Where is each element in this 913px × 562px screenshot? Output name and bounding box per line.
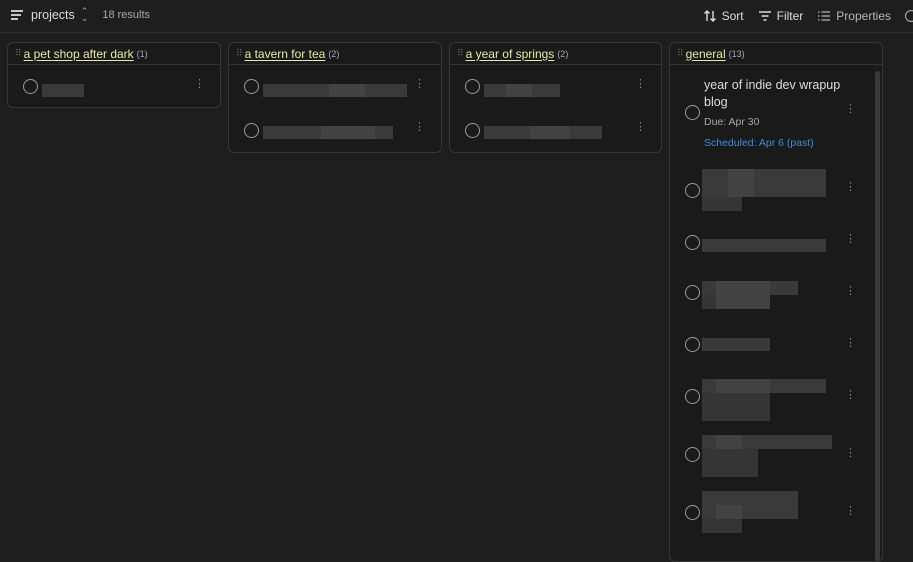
view-name[interactable]: projects <box>31 8 75 22</box>
results-count: 18 results <box>102 9 151 21</box>
properties-label: Properties <box>836 9 891 23</box>
task-due-date: Due: Apr 30 <box>704 116 760 128</box>
column-count: (2) <box>328 48 340 59</box>
column-count: (13) <box>728 48 745 59</box>
task-card[interactable]: ⋮ <box>670 375 882 427</box>
circle-checkbox-icon[interactable] <box>244 123 259 138</box>
chevron-updown-icon[interactable]: ⌃ ⌄ <box>81 7 89 23</box>
task-card[interactable]: ⋮ <box>670 491 882 543</box>
more-vertical-icon[interactable]: ⋮ <box>845 390 856 401</box>
column-count: (2) <box>557 48 569 59</box>
properties-icon <box>818 11 831 21</box>
more-vertical-icon[interactable]: ⋮ <box>635 79 646 90</box>
column-header: ⠿ a pet shop after dark (1) <box>8 43 220 65</box>
column-title[interactable]: a pet shop after dark <box>24 47 134 61</box>
task-card[interactable]: ⋮ <box>670 219 882 267</box>
more-vertical-icon[interactable]: ⋮ <box>414 79 425 90</box>
column-a-year-of-springs: ⠿ a year of springs (2) ⋮ ⋮ <box>449 42 662 153</box>
task-card[interactable]: ⋮ <box>450 109 661 153</box>
task-card[interactable]: ⋮ <box>450 65 661 109</box>
more-vertical-icon[interactable]: ⋮ <box>845 448 856 459</box>
column-count: (1) <box>136 48 148 59</box>
task-card[interactable]: ⋮ <box>229 65 441 109</box>
drag-handle-icon[interactable]: ⠿ <box>457 48 463 59</box>
more-vertical-icon[interactable]: ⋮ <box>845 286 856 297</box>
more-vertical-icon[interactable]: ⋮ <box>845 234 856 245</box>
search-icon[interactable] <box>905 10 913 22</box>
column-a-tavern-for-tea: ⠿ a tavern for tea (2) ⋮ ⋮ <box>228 42 442 153</box>
column-header: ⠿ a year of springs (2) <box>450 43 661 65</box>
drag-handle-icon[interactable]: ⠿ <box>677 48 683 59</box>
circle-checkbox-icon[interactable] <box>685 235 700 250</box>
circle-checkbox-icon[interactable] <box>685 505 700 520</box>
column-title[interactable]: general <box>686 47 726 61</box>
circle-checkbox-icon[interactable] <box>685 337 700 352</box>
more-vertical-icon[interactable]: ⋮ <box>635 122 646 133</box>
task-card[interactable]: ⋮ <box>670 433 882 485</box>
circle-checkbox-icon[interactable] <box>685 183 700 198</box>
sort-label: Sort <box>721 9 744 23</box>
circle-checkbox-icon[interactable] <box>465 79 480 94</box>
scrollbar[interactable] <box>875 71 880 561</box>
filter-icon <box>758 11 771 21</box>
circle-checkbox-icon[interactable] <box>685 389 700 404</box>
column-title[interactable]: a tavern for tea <box>245 47 326 61</box>
more-vertical-icon[interactable]: ⋮ <box>194 79 205 90</box>
column-a-pet-shop-after-dark: ⠿ a pet shop after dark (1) ⋮ <box>7 42 221 108</box>
task-card[interactable]: year of indie dev wrapup blog Due: Apr 3… <box>670 65 882 173</box>
task-card[interactable]: ⋮ <box>229 109 441 153</box>
task-scheduled-date: Scheduled: Apr 6 (past) <box>704 137 814 149</box>
properties-button[interactable]: Properties <box>817 9 891 23</box>
sort-button[interactable]: Sort <box>703 9 744 23</box>
column-title[interactable]: a year of springs <box>466 47 555 61</box>
circle-checkbox-icon[interactable] <box>685 447 700 462</box>
more-vertical-icon[interactable]: ⋮ <box>845 506 856 517</box>
task-card[interactable]: ⋮ <box>8 65 220 107</box>
circle-checkbox-icon[interactable] <box>23 79 38 94</box>
drag-handle-icon[interactable]: ⠿ <box>236 48 242 59</box>
more-vertical-icon[interactable]: ⋮ <box>845 104 856 115</box>
circle-checkbox-icon[interactable] <box>244 79 259 94</box>
view-selector[interactable]: projects ⌃ ⌄ 18 results <box>11 7 151 23</box>
filter-label: Filter <box>776 9 804 23</box>
more-vertical-icon[interactable]: ⋮ <box>414 122 425 133</box>
task-card[interactable]: ⋮ <box>670 323 882 371</box>
list-view-icon <box>11 8 25 22</box>
task-card[interactable]: ⋮ <box>670 167 882 215</box>
task-title[interactable]: year of indie dev wrapup blog <box>704 77 854 111</box>
drag-handle-icon[interactable]: ⠿ <box>15 48 21 59</box>
circle-checkbox-icon[interactable] <box>465 123 480 138</box>
column-general: ⠿ general (13) year of indie dev wrapup … <box>669 42 883 562</box>
column-header: ⠿ general (13) <box>670 43 882 65</box>
circle-checkbox-icon[interactable] <box>685 105 700 120</box>
sort-icon <box>703 10 716 22</box>
circle-checkbox-icon[interactable] <box>685 285 700 300</box>
filter-button[interactable]: Filter <box>758 9 804 23</box>
task-card[interactable]: ⋮ <box>670 271 882 319</box>
toolbar: projects ⌃ ⌄ 18 results Sort Filter Prope… <box>0 0 913 33</box>
more-vertical-icon[interactable]: ⋮ <box>845 338 856 349</box>
column-header: ⠿ a tavern for tea (2) <box>229 43 441 65</box>
more-vertical-icon[interactable]: ⋮ <box>845 182 856 193</box>
